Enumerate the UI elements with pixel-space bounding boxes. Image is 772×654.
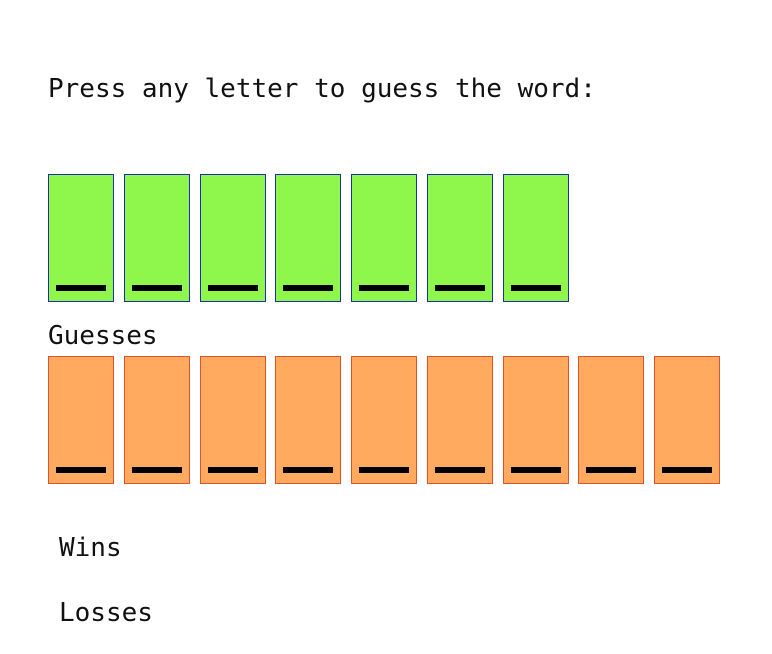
guess-blank-dash (586, 467, 636, 473)
guess-blank-dash (662, 467, 712, 473)
losses-label: Losses (59, 598, 153, 628)
word-letter-tile (503, 174, 569, 302)
guess-slot-tile (351, 356, 417, 484)
guess-slot-tile (654, 356, 720, 484)
wins-label: Wins (59, 533, 122, 563)
word-letter-tile (351, 174, 417, 302)
guess-blank-dash (359, 467, 409, 473)
letter-blank-dash (56, 285, 106, 291)
letter-blank-dash (435, 285, 485, 291)
letter-blank-dash (208, 285, 258, 291)
letter-blank-dash (132, 285, 182, 291)
letter-blank-dash (511, 285, 561, 291)
word-letter-tile (48, 174, 114, 302)
guess-blank-dash (283, 467, 333, 473)
guess-slot-tile (48, 356, 114, 484)
word-letter-tile (200, 174, 266, 302)
guess-blank-dash (56, 467, 106, 473)
guess-slot-tile (275, 356, 341, 484)
guess-blank-dash (435, 467, 485, 473)
guess-slot-tile (200, 356, 266, 484)
letter-blank-dash (283, 285, 333, 291)
game-prompt: Press any letter to guess the word: (48, 74, 596, 104)
word-letter-tile (275, 174, 341, 302)
guess-slot-tile (578, 356, 644, 484)
word-letter-tile (124, 174, 190, 302)
guess-blank-dash (208, 467, 258, 473)
guess-slot-tile (503, 356, 569, 484)
guess-blank-dash (132, 467, 182, 473)
guess-slot-tile (427, 356, 493, 484)
guess-slot-tile (124, 356, 190, 484)
letter-blank-dash (359, 285, 409, 291)
guess-blank-dash (511, 467, 561, 473)
guesses-label: Guesses (48, 321, 158, 351)
word-letter-tile (427, 174, 493, 302)
